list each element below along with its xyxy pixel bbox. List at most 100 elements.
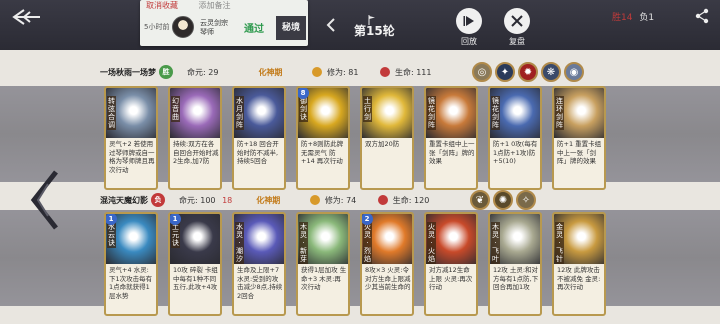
- realm-tag: 秘境: [276, 16, 306, 40]
- cultivation-icon: [312, 67, 323, 77]
- game-card[interactable]: 金灵·飞针 12攻 此牌攻击不被减免 金灵:再次行动: [552, 212, 606, 316]
- card-description: 持续:双方在各自回合开始时减2生命,加7防: [173, 140, 219, 165]
- match-card-header: 取消收藏 添加备注: [140, 0, 308, 11]
- life-value: 29: [208, 67, 219, 77]
- cross-swords-icon: [504, 8, 530, 34]
- card-description: 12攻 土灵:和对方每有1点防,下回合再加1攻: [493, 266, 539, 291]
- card-description: 10攻 碎裂 卡组中每有1种不同五行,此攻+4攻: [173, 266, 218, 291]
- game-card[interactable]: 御剑诀 8 防+8则防此牌无需灵气 防+14 再次行动: [296, 86, 350, 190]
- card-description: 对方减12生命上限 火灵:再次行动: [429, 266, 473, 291]
- card-title: 御剑诀: [299, 96, 308, 122]
- enemy-cultivation-stat: 修为: 74: [310, 195, 356, 206]
- card-description: 获得1层加攻 生命+3 木灵:再次行动: [301, 266, 347, 291]
- match-card-body: 5小时前 云灵剑宗 琴师 通过 秘境: [144, 14, 306, 42]
- game-card[interactable]: 水云诀 1 灵气+4 水灵:下1次攻击每有1点命就获得1层水势: [104, 212, 158, 316]
- enemy-buffs: ❦ ✺ ✧: [470, 190, 536, 210]
- lose-badge: 负: [151, 193, 165, 207]
- blade-buff-icon[interactable]: ✦: [495, 62, 515, 82]
- card-title: 水云诀: [107, 222, 116, 248]
- card-description: 灵气+4 水灵:下1次攻击每有1点命就获得1层水势: [109, 266, 153, 300]
- card-title: 金灵·飞针: [555, 222, 564, 264]
- win-badge: 胜: [159, 65, 173, 79]
- card-title: 土行剑: [363, 96, 372, 122]
- game-card[interactable]: 水灵·潮汐 生命及上限+7 水灵:受到的攻击减少8点,持续2回合: [232, 212, 286, 316]
- enemy-realm-label: 化神期: [256, 195, 281, 205]
- match-card[interactable]: 取消收藏 添加备注 5小时前 云灵剑宗 琴师 通过 秘境: [140, 0, 308, 46]
- game-card[interactable]: 火灵·烈焰 2 8攻×3 火灵:令对方生命上限减少其当前生命的: [360, 212, 414, 316]
- score-win: 胜14: [612, 13, 633, 23]
- game-card[interactable]: 连环剑阵 防+1 重置卡组中上一张「剑阵」牌的效果: [552, 86, 606, 190]
- enemy-life-stat: 命元: 100 18: [179, 195, 232, 206]
- side-nav-chevron-icon[interactable]: [30, 170, 60, 230]
- card-description: 8攻×3 火灵:令对方生命上限减少其当前生命的: [365, 266, 411, 291]
- card-title: 水月剑阵: [235, 96, 244, 130]
- card-title: 镜花剑阵: [427, 96, 436, 130]
- enemy-hp-stat: 生命: 120: [378, 195, 429, 206]
- card-title: 土元诀: [171, 222, 180, 248]
- enemy-life-extra: 18: [222, 195, 233, 205]
- card-title: 幻音曲: [171, 96, 180, 122]
- hp-value: 111: [416, 67, 432, 77]
- card-description: 双方加20防: [365, 140, 400, 148]
- heart-icon: [378, 195, 389, 205]
- review-button[interactable]: 复盘: [500, 8, 534, 46]
- card-description: 重置卡组中上一张「剑阵」牌的效果: [429, 140, 475, 165]
- spark-buff-icon[interactable]: ✺: [493, 190, 513, 210]
- replay-button[interactable]: 回放: [452, 8, 486, 46]
- card-description: 防+1 重置卡组中上一张「剑阵」牌的效果: [557, 140, 602, 165]
- score-lose: 负1: [639, 13, 655, 23]
- game-card[interactable]: 镜花剑阵防+1 0攻(每有1点防+1攻)防+5(10): [488, 86, 542, 190]
- enemy-hp-label: 生命:: [392, 195, 412, 205]
- card-title: 镜花剑阵: [491, 96, 500, 130]
- prev-round-chevron-icon[interactable]: [326, 18, 336, 34]
- game-card[interactable]: 木灵·新芽 获得1层加攻 生命+3 木灵:再次行动: [296, 212, 350, 316]
- share-icon[interactable]: [694, 8, 710, 24]
- game-card[interactable]: 水月剑阵 防+18 回合开始时防不减半,持续5回合: [232, 86, 286, 190]
- card-title: 木灵·飞叶: [491, 222, 500, 264]
- flag-icon: [368, 10, 376, 25]
- fan-buff-icon[interactable]: ✧: [516, 190, 536, 210]
- enemy-cultivation-value: 74: [346, 195, 357, 205]
- wing-buff-icon[interactable]: ❋: [541, 62, 561, 82]
- player-buffs: ◎ ✦ ✹ ❋ ◉: [472, 62, 584, 82]
- shield-buff-icon[interactable]: ◎: [472, 62, 492, 82]
- enemy-life-label: 命元:: [179, 195, 198, 205]
- game-card[interactable]: 火灵·火焰对方减12生命上限 火灵:再次行动: [424, 212, 478, 316]
- opponent-name: 云灵剑宗 琴师: [200, 19, 228, 37]
- replay-label: 回放: [461, 37, 477, 46]
- card-title: 转弦合调: [107, 96, 116, 130]
- play-icon: [456, 8, 482, 34]
- game-card[interactable]: 土行剑双方加20防: [360, 86, 414, 190]
- time-ago: 5小时前: [144, 23, 170, 31]
- card-description: 生命及上限+7 水灵:受到的攻击减少8点,持续2回合: [237, 266, 283, 300]
- enemy-cultivation-label: 修为:: [324, 195, 344, 205]
- hp-label: 生命:: [394, 67, 414, 77]
- enemy-info-row: 混沌天魔幻影 负 命元: 100 18 化神期 修为: 74 生命: 120: [100, 192, 720, 208]
- top-bar: 取消收藏 添加备注 5小时前 云灵剑宗 琴师 通过 秘境 第15轮 回放 复盘: [0, 0, 720, 50]
- card-title: 火灵·火焰: [427, 222, 436, 264]
- game-card[interactable]: 土元诀 1 10攻 碎裂 卡组中每有1种不同五行,此攻+4攻: [168, 212, 222, 316]
- back-arrow-icon[interactable]: [10, 8, 44, 26]
- heart-icon: [380, 67, 391, 77]
- game-card[interactable]: 木灵·飞叶 12攻 土灵:和对方每有1点防,下回合再加1攻: [488, 212, 542, 316]
- game-card[interactable]: 幻音曲持续:双方在各自回合开始时减2生命,加7防: [168, 86, 222, 190]
- card-description: 防+8则防此牌无需灵气 防+14 再次行动: [301, 140, 344, 165]
- enemy-name: 混沌天魔幻影: [100, 195, 148, 205]
- swirl-buff-icon[interactable]: ◉: [564, 62, 584, 82]
- game-card[interactable]: 镜花剑阵重置卡组中上一张「剑阵」牌的效果: [424, 86, 478, 190]
- score-display: 胜14 负1: [612, 10, 654, 23]
- cultivation-value: 81: [348, 67, 359, 77]
- opponent-name-line2: 琴师: [200, 28, 214, 36]
- cancel-collect-link[interactable]: 取消收藏: [146, 1, 178, 10]
- game-card[interactable]: 转弦合调 灵气+2 若使用过琴师牌或自一格为琴师牌且再次行动: [104, 86, 158, 190]
- leaf-buff-icon[interactable]: ❦: [470, 190, 490, 210]
- battle-panel: 一场秋雨一场梦 胜 命元: 29 化神期 修为: 81 生命: 111 ◎ ✦ …: [0, 50, 720, 324]
- cultivation-label: 修为:: [326, 67, 346, 77]
- flame-buff-icon[interactable]: ✹: [518, 62, 538, 82]
- card-cost-badge: 8: [298, 88, 309, 99]
- enemy-card-row: 水云诀 1 灵气+4 水灵:下1次攻击每有1点命就获得1层水势 土元诀 1 10攻 碎裂 …: [104, 212, 720, 316]
- add-note-link[interactable]: 添加备注: [199, 1, 231, 10]
- card-description: 防+1 0攻(每有1点防+1攻)防+5(10): [493, 140, 538, 165]
- opponent-avatar: [172, 16, 194, 38]
- review-label: 复盘: [509, 37, 525, 46]
